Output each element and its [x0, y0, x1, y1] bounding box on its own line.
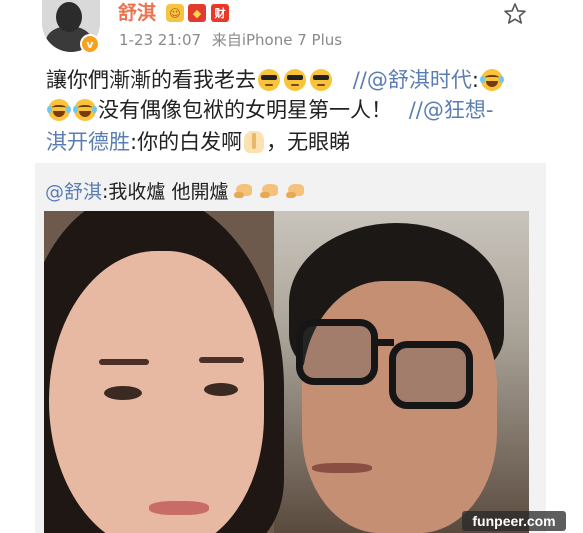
username[interactable]: 舒淇 [118, 2, 156, 24]
photo-woman-eye [204, 383, 238, 396]
repost-separator: // [352, 68, 367, 92]
avatar-head [56, 2, 82, 32]
repost-separator: // [408, 98, 423, 122]
site-watermark: funpeer.com [462, 511, 566, 531]
verified-badge-icon: v [80, 34, 100, 54]
muscle-emoji-icon [286, 182, 306, 200]
photo-woman-brow [199, 357, 244, 363]
photo-glasses-lens [296, 319, 378, 385]
post-photo[interactable] [44, 211, 529, 533]
reposted-content[interactable]: @舒淇:我收爐 他開爐 [35, 163, 546, 533]
muscle-emoji-icon [260, 182, 280, 200]
muscle-emoji-icon [234, 182, 254, 200]
post-timestamp[interactable]: 1-23 21:07 [119, 31, 201, 49]
redpacket-badge-icon[interactable]: ◆ [188, 4, 206, 22]
mention-link[interactable]: @舒淇时代 [367, 68, 472, 92]
repost-body: :我收爐 他開爐 [102, 181, 229, 203]
photo-woman-brow [99, 359, 149, 365]
pray-emoji-icon [244, 131, 265, 153]
repost-text: @舒淇:我收爐 他開爐 [45, 177, 306, 204]
photo-glasses-lens [389, 341, 473, 409]
post-meta: 1-23 21:07 来自iPhone 7 Plus [119, 29, 342, 50]
post-text: :你的白发啊 [130, 130, 243, 154]
post-source: 来自iPhone 7 Plus [211, 31, 343, 49]
post-text: ，无眼睇 [266, 130, 351, 154]
laugh-cry-emoji-icon [73, 99, 97, 121]
cool-face-emoji-icon [284, 69, 306, 91]
post-text-line-3: 淇开德胜:你的白发啊 ，无眼睇 [46, 130, 350, 154]
cool-face-emoji-icon [310, 69, 332, 91]
mention-link[interactable]: 淇开德胜 [46, 130, 130, 154]
colon: : [471, 68, 479, 92]
photo-woman-mouth [149, 501, 209, 515]
post-text: 没有偶像包袱的女明星第一人！ [98, 98, 392, 122]
post-text-line-2: 没有偶像包袱的女明星第一人！ //@狂想- [46, 98, 493, 122]
weibo-post: v 舒淇 ☺ ◆ 财 1-23 21:07 来自iPhone 7 Plus 讓你… [0, 0, 583, 533]
laugh-cry-emoji-icon [47, 99, 71, 121]
mention-link[interactable]: @舒淇 [45, 181, 102, 203]
cool-face-emoji-icon [258, 69, 280, 91]
post-text: 讓你們漸漸的看我老去 [46, 68, 256, 92]
post-text-line-1: 讓你們漸漸的看我老去 //@舒淇时代: [46, 68, 505, 92]
photo-glasses-bridge [374, 339, 394, 346]
member-badge-icon[interactable]: ☺ [166, 4, 184, 22]
star-icon[interactable] [503, 2, 527, 26]
photo-man-mouth [312, 463, 372, 473]
photo-woman-eye [104, 386, 142, 400]
mention-link[interactable]: @狂想- [423, 98, 494, 122]
laugh-cry-emoji-icon [479, 69, 504, 91]
cai-badge-icon[interactable]: 财 [211, 4, 229, 22]
